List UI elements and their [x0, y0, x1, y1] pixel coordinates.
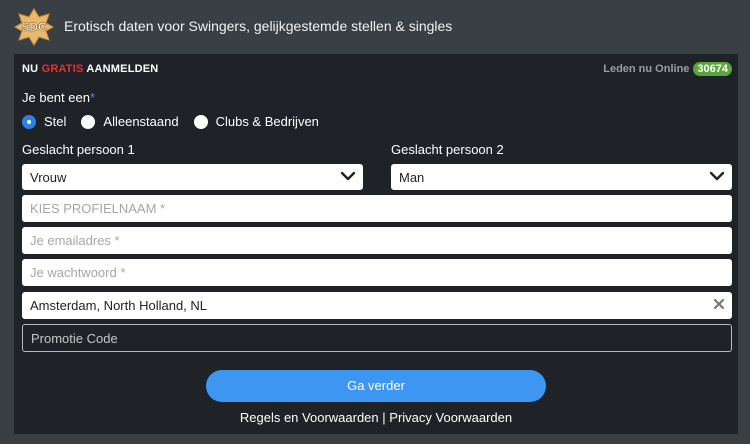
radio-label-stel: Stel — [44, 114, 67, 129]
gender2-value: Man — [399, 170, 425, 185]
gender1-label: Geslacht persoon 1 — [22, 142, 135, 157]
online-label: Leden nu Online — [603, 63, 690, 75]
gender2-label: Geslacht persoon 2 — [391, 142, 504, 157]
title-nu: NU — [22, 63, 39, 75]
chevron-down-icon — [709, 171, 725, 181]
link-separator: | — [382, 410, 386, 425]
location-value: Amsterdam, North Holland, NL — [30, 298, 208, 313]
profile-name-input[interactable]: KIES PROFIELNAAM * — [22, 195, 732, 222]
email-placeholder: Je emailadres * — [30, 233, 120, 248]
radio-stel[interactable]: Stel — [22, 114, 66, 129]
sdc-logo[interactable]: SDC — [14, 8, 54, 46]
footer-links: Regels en Voorwaarden | Privacy Voorwaar… — [14, 410, 738, 425]
password-placeholder: Je wachtwoord * — [30, 265, 126, 280]
chevron-down-icon — [340, 171, 356, 181]
gender1-select[interactable]: Vrouw — [22, 164, 363, 190]
promo-placeholder: Promotie Code — [31, 331, 118, 346]
location-input[interactable]: Amsterdam, North Holland, NL — [22, 292, 732, 319]
title-aanmelden: AANMELDEN — [86, 63, 159, 75]
terms-link[interactable]: Regels en Voorwaarden — [240, 410, 379, 425]
logo-text: SDC — [21, 20, 47, 34]
profile-name-placeholder: KIES PROFIELNAAM * — [30, 201, 166, 216]
radio-button[interactable] — [81, 114, 96, 129]
account-type-radios: Stel Alleenstaand Clubs & Bedrijven — [22, 114, 334, 129]
clear-icon[interactable] — [712, 297, 726, 311]
online-count-badge: 30674 — [693, 62, 732, 76]
radio-label-alleenstaand: Alleenstaand — [103, 114, 179, 129]
continue-button[interactable]: Ga verder — [206, 370, 546, 402]
radio-button-checked[interactable] — [22, 114, 36, 129]
radio-alleenstaand[interactable]: Alleenstaand — [81, 114, 179, 129]
promo-code-input[interactable]: Promotie Code — [22, 324, 732, 352]
header-tagline: Erotisch daten voor Swingers, gelijkgest… — [64, 18, 453, 34]
password-input[interactable]: Je wachtwoord * — [22, 259, 732, 286]
gender1-value: Vrouw — [30, 170, 67, 185]
radio-button[interactable] — [193, 114, 208, 129]
question-text: Je bent een — [22, 90, 90, 105]
gender2-select[interactable]: Man — [391, 164, 732, 190]
signup-title: NU GRATIS AANMELDEN — [22, 63, 158, 75]
signup-panel: NU GRATIS AANMELDEN Leden nu Online 3067… — [14, 54, 738, 434]
email-input[interactable]: Je emailadres * — [22, 227, 732, 254]
online-members: Leden nu Online 30674 — [603, 62, 732, 76]
privacy-link[interactable]: Privacy Voorwaarden — [389, 410, 512, 425]
required-mark: * — [89, 90, 96, 105]
title-gratis: GRATIS — [41, 63, 84, 75]
question-label: Je bent een* — [22, 90, 95, 105]
radio-label-clubs: Clubs & Bedrijven — [215, 114, 319, 129]
header: SDC Erotisch daten voor Swingers, gelijk… — [0, 0, 750, 54]
radio-clubs[interactable]: Clubs & Bedrijven — [193, 114, 319, 129]
